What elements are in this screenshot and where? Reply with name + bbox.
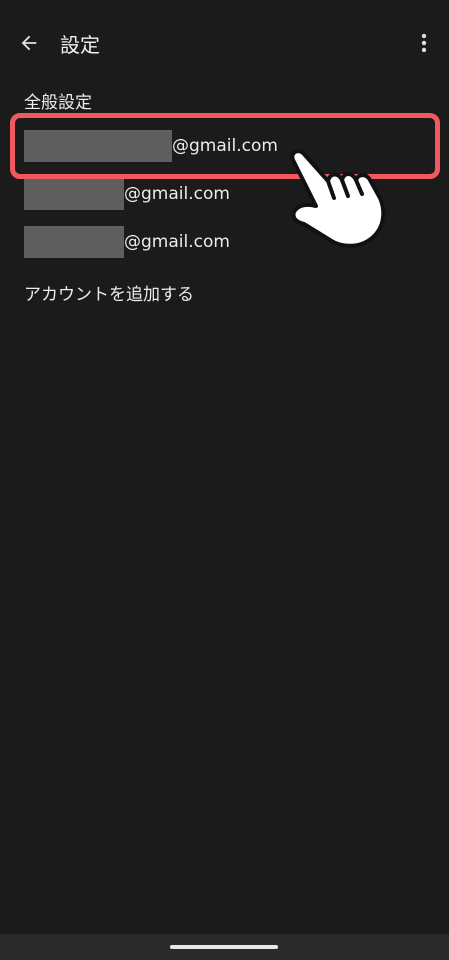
general-settings-label: 全般設定 [24, 92, 92, 113]
redacted-account-name [24, 178, 124, 210]
add-account-label: アカウントを追加する [24, 284, 194, 305]
redacted-account-name [24, 226, 124, 258]
more-options-button[interactable] [411, 28, 437, 58]
pointing-hand-icon [290, 149, 386, 248]
account-email-suffix: @gmail.com [172, 136, 278, 156]
app-bar: 設定 [0, 0, 449, 86]
page-title: 設定 [60, 33, 100, 57]
general-settings-item[interactable]: 全般設定 [0, 78, 449, 122]
account-email-suffix: @gmail.com [124, 232, 230, 252]
home-gesture-handle[interactable] [170, 945, 278, 949]
account-email-suffix: @gmail.com [124, 184, 230, 204]
add-account-item[interactable]: アカウントを追加する [0, 270, 449, 314]
redacted-account-name [24, 130, 172, 162]
arrow-left-icon [21, 35, 37, 51]
back-button[interactable] [14, 28, 44, 58]
system-navigation-bar [0, 934, 449, 960]
more-vert-icon [421, 33, 427, 53]
